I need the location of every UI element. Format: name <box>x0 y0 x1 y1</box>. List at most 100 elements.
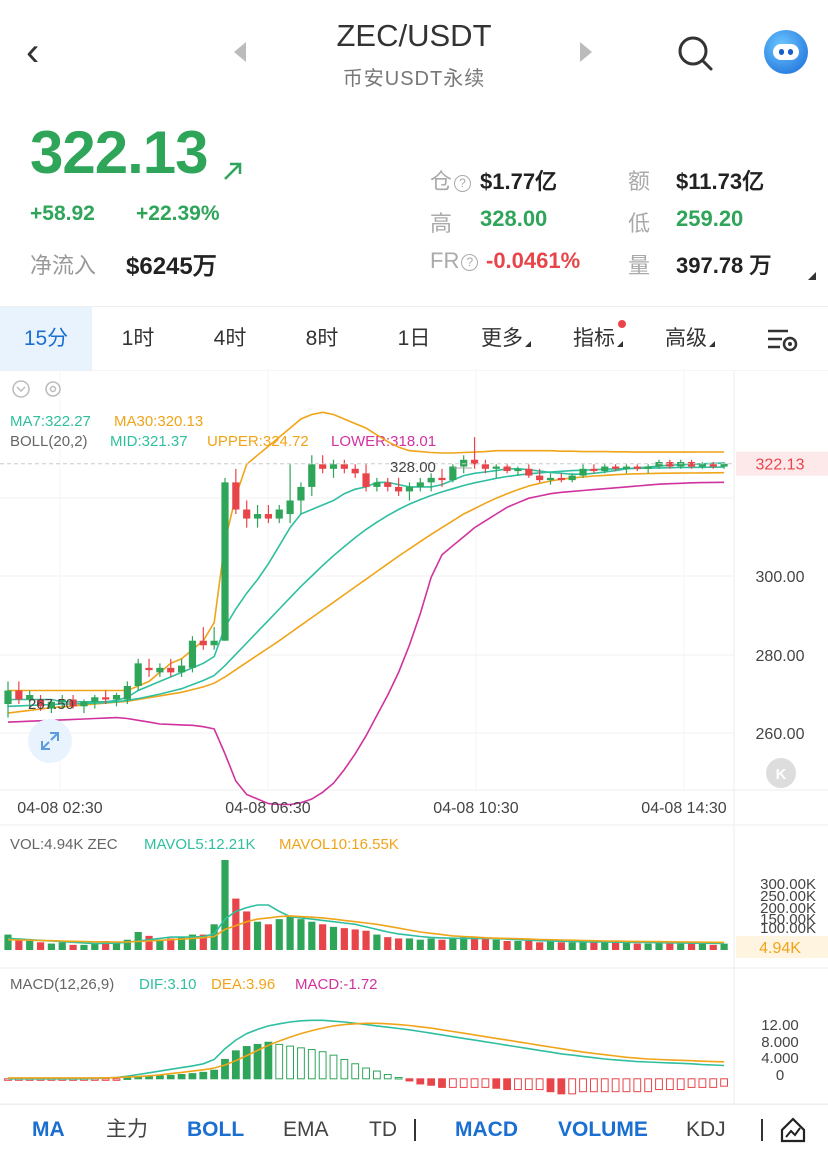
volume-bar <box>601 942 609 950</box>
next-pair-icon[interactable] <box>580 42 592 62</box>
candle-body <box>709 464 717 467</box>
line-ma7 <box>8 462 725 703</box>
boll-mid-label: MID:321.37 <box>110 433 188 450</box>
tab-advanced-label: 高级 <box>665 327 707 350</box>
candle-body <box>536 475 544 481</box>
net-inflow-label: 净流入 <box>30 253 97 278</box>
indicator-td[interactable]: TD <box>369 1105 397 1154</box>
volume-bar <box>4 934 12 950</box>
chevron-left-icon[interactable]: ‹ <box>26 32 39 72</box>
tab-15m[interactable]: 15分 <box>0 307 92 371</box>
prev-pair-icon[interactable] <box>234 42 246 62</box>
candle-body <box>557 477 565 481</box>
macd-legend: MACD(12,26,9) DIF:3.10 DEA:3.96 MACD:-1.… <box>10 976 378 993</box>
open-interest-label[interactable]: 仓? <box>430 164 472 196</box>
macd-bar <box>329 1054 338 1080</box>
tab-1d[interactable]: 1日 <box>368 307 460 371</box>
macd-bar <box>156 1075 164 1080</box>
boll-label: BOLL(20,2) <box>10 433 88 450</box>
macd-bar <box>297 1047 305 1080</box>
tab-1h[interactable]: 1时 <box>92 307 184 371</box>
candle-body <box>340 464 348 469</box>
volume-bar <box>687 943 696 950</box>
boll-lower-label: LOWER:318.01 <box>331 433 436 450</box>
volume-series <box>4 860 728 950</box>
price-change: +58.92 <box>30 202 95 225</box>
candle-body <box>481 464 489 469</box>
market-subtitle: 币安USDT永续 <box>342 68 486 90</box>
candle-body <box>156 667 164 673</box>
volume-bar <box>69 944 77 950</box>
candle-body <box>319 464 327 469</box>
indicator-boll[interactable]: BOLL <box>187 1105 244 1154</box>
vol-last-tag-text: 4.94K <box>759 940 801 957</box>
dropdown-icon <box>709 341 715 347</box>
volume-bar <box>698 943 706 950</box>
candle-body <box>384 482 392 487</box>
tab-advanced[interactable]: 高级 <box>644 307 736 371</box>
macd-bar <box>318 1051 327 1080</box>
macd-bar <box>188 1073 197 1080</box>
macd-bar <box>600 1078 609 1093</box>
volume-bar <box>579 942 587 950</box>
indicator-ema[interactable]: EMA <box>283 1105 329 1154</box>
candle-body <box>80 701 88 707</box>
candle-body <box>644 466 652 469</box>
tab-indicators[interactable]: 指标 <box>552 307 644 371</box>
chart-area[interactable]: MA7:322.27 MA30:320.13 BOLL(20,2) MID:32… <box>0 370 828 1104</box>
indicator-kdj[interactable]: KDJ <box>686 1105 726 1154</box>
indicator-macd[interactable]: MACD <box>455 1105 518 1154</box>
top-nav-bar: ‹ ZEC/USDT 币安USDT永续 <box>0 0 828 110</box>
indicator-main-force[interactable]: 主力 <box>106 1105 148 1154</box>
candle-body <box>351 468 359 474</box>
expand-corner-icon[interactable] <box>808 272 816 280</box>
robot-icon[interactable] <box>764 30 808 74</box>
tab-8h[interactable]: 8时 <box>276 307 368 371</box>
macd-y-tick: 4.000 <box>761 1050 799 1067</box>
macd-bar <box>524 1078 533 1091</box>
candle-body <box>633 466 641 469</box>
volume-bar <box>275 919 283 950</box>
candle-body <box>123 685 131 700</box>
indicator-ma[interactable]: MA <box>32 1105 65 1154</box>
tab-more[interactable]: 更多 <box>460 307 552 371</box>
macd-bar <box>405 1078 414 1082</box>
pair-title[interactable]: ZEC/USDT <box>280 18 548 54</box>
scroll-to-latest-icon[interactable]: K <box>766 758 796 788</box>
fullscreen-icon[interactable] <box>28 719 72 763</box>
volume-bar <box>36 942 45 950</box>
candle-body <box>329 464 338 469</box>
macd-bar <box>481 1078 490 1088</box>
tab-4h[interactable]: 4时 <box>184 307 276 371</box>
x-tick: 04-08 10:30 <box>433 800 519 817</box>
volume-bar <box>546 941 555 950</box>
help-icon[interactable]: ? <box>454 175 472 192</box>
turnover-label: 额 <box>628 169 651 194</box>
candle-body <box>677 462 685 467</box>
collapse-icon[interactable] <box>12 380 30 398</box>
volume-bar <box>449 938 457 950</box>
macd-bar <box>709 1078 718 1088</box>
indicator-volume[interactable]: VOLUME <box>558 1105 648 1154</box>
macd-bar <box>546 1078 555 1093</box>
vol-y-tick: 100.00K <box>760 920 816 937</box>
gear-icon[interactable] <box>45 381 61 397</box>
funding-rate-label[interactable]: FR? <box>430 248 479 274</box>
macd-bar <box>448 1078 457 1088</box>
candle-body <box>525 468 533 476</box>
candle-body <box>416 482 424 487</box>
chart-settings-icon[interactable] <box>766 327 798 353</box>
drawing-tool-icon[interactable] <box>780 1117 806 1143</box>
candle-body <box>102 697 110 700</box>
line-boll-mid <box>7 466 725 708</box>
tab-indicators-label: 指标 <box>573 327 615 350</box>
volume-bar <box>720 943 728 950</box>
volume-bar <box>644 943 652 950</box>
help-icon[interactable]: ? <box>461 254 479 271</box>
search-icon[interactable] <box>676 34 714 72</box>
candle-body <box>546 477 555 481</box>
candle-body <box>612 466 620 469</box>
volume-bar <box>47 943 55 950</box>
candle-body <box>514 468 522 472</box>
macd-bar <box>687 1078 696 1088</box>
